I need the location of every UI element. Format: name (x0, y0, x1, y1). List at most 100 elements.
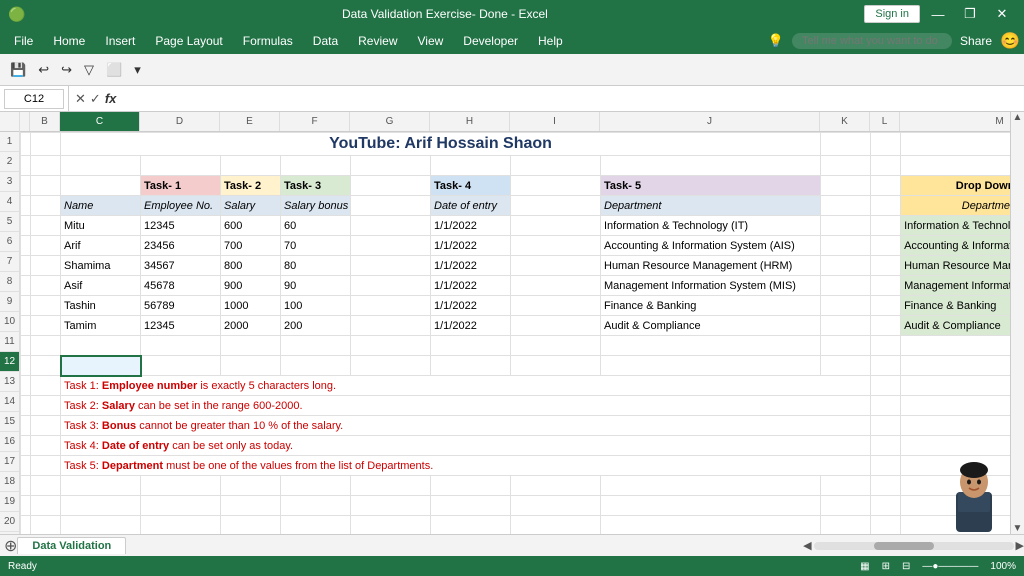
cell-dept-3[interactable]: Management Information System (MIS) (601, 276, 821, 296)
col-header-c[interactable]: C (60, 112, 140, 131)
minimize-button[interactable]: — (924, 0, 952, 28)
col-header-m[interactable]: M (900, 112, 1010, 131)
cell-salary-3[interactable]: 900 (221, 276, 281, 296)
close-button[interactable]: ✕ (988, 0, 1016, 28)
menu-home[interactable]: Home (43, 31, 95, 51)
cell-name-2[interactable]: Shamima (61, 256, 141, 276)
scroll-right-button[interactable]: ▶ (1016, 539, 1024, 552)
scroll-down-button[interactable]: ▼ (1013, 523, 1023, 534)
cell-date-2[interactable]: 1/1/2022 (431, 256, 511, 276)
cell-dept-1[interactable]: Accounting & Information System (AIS) (601, 236, 821, 256)
cell-dept-2[interactable]: Human Resource Management (HRM) (601, 256, 821, 276)
filter-button[interactable]: ▽ (80, 60, 98, 80)
cell-empno-0[interactable]: 12345 (141, 216, 221, 236)
scroll-up-button[interactable]: ▲ (1013, 112, 1023, 123)
cell-name-1[interactable]: Arif (61, 236, 141, 256)
cell-name-4[interactable]: Tashin (61, 296, 141, 316)
cell-empno-1[interactable]: 23456 (141, 236, 221, 256)
col-header-k[interactable]: K (820, 112, 870, 131)
cancel-icon[interactable]: ✕ (75, 91, 86, 107)
col-header-g[interactable]: G (350, 112, 430, 131)
dept-item-4: Finance & Banking (901, 296, 1010, 316)
menu-insert[interactable]: Insert (95, 31, 145, 51)
cell-empno-5[interactable]: 12345 (141, 316, 221, 336)
cell-dept-4[interactable]: Finance & Banking (601, 296, 821, 316)
cell-salary-0[interactable]: 600 (221, 216, 281, 236)
task3-desc: Task 3: Bonus cannot be greater than 10 … (61, 416, 871, 436)
cell-bonus-5[interactable]: 200 (281, 316, 351, 336)
selected-cell-c12[interactable] (61, 356, 141, 376)
cell-salary-4[interactable]: 1000 (221, 296, 281, 316)
col-header-f[interactable]: F (280, 112, 350, 131)
row-19: 19 (0, 492, 19, 512)
horizontal-scrollbar[interactable] (814, 542, 1014, 550)
cell-empno-4[interactable]: 56789 (141, 296, 221, 316)
menu-file[interactable]: File (4, 31, 43, 51)
cell-date-3[interactable]: 1/1/2022 (431, 276, 511, 296)
cell-reference[interactable]: C12 (4, 89, 64, 109)
cell-dept-0[interactable]: Information & Technology (IT) (601, 216, 821, 236)
cell-bonus-1[interactable]: 70 (281, 236, 351, 256)
col-header-b[interactable]: B (30, 112, 60, 131)
toolbar-more[interactable]: ▾ (130, 60, 145, 80)
cell-dept-5[interactable]: Audit & Compliance (601, 316, 821, 336)
col-header-h[interactable]: H (430, 112, 510, 131)
row-3: 3 (0, 172, 19, 192)
col-header-e[interactable]: E (220, 112, 280, 131)
table-row-3: Asif 45678 900 90 1/1/2022 Management In… (21, 276, 1011, 296)
sheet-tab-data-validation[interactable]: Data Validation (17, 537, 126, 554)
cell-bonus-4[interactable]: 100 (281, 296, 351, 316)
share-button[interactable]: Share (960, 34, 992, 48)
zoom-slider[interactable]: —●———— (922, 561, 978, 572)
formula-input[interactable] (122, 86, 1024, 111)
col-header-i[interactable]: I (510, 112, 600, 131)
add-sheet-button[interactable]: ⊕ (4, 536, 17, 556)
menu-developer[interactable]: Developer (453, 31, 528, 51)
cell-name-0[interactable]: Mitu (61, 216, 141, 236)
col-header-j[interactable]: J (600, 112, 820, 131)
scroll-left-button[interactable]: ◀ (803, 539, 811, 552)
cell-bonus-0[interactable]: 60 (281, 216, 351, 236)
view-button[interactable]: ⬜ (102, 60, 126, 80)
undo-button[interactable]: ↩ (34, 60, 53, 80)
col-header-select (20, 112, 30, 131)
col-header-l[interactable]: L (870, 112, 900, 131)
cell-date-5[interactable]: 1/1/2022 (431, 316, 511, 336)
menu-formulas[interactable]: Formulas (233, 31, 303, 51)
fx-icon[interactable]: fx (105, 91, 117, 106)
view-break[interactable]: ⊟ (902, 561, 910, 572)
app-icon: 🟢 (8, 6, 25, 23)
cell-salary-2[interactable]: 800 (221, 256, 281, 276)
spreadsheet-grid: YouTube: Arif Hossain Shaon Task- 1 Task… (20, 132, 1010, 534)
cell-salary-5[interactable]: 2000 (221, 316, 281, 336)
table-row-5: Tamim 12345 2000 200 1/1/2022 Audit & Co… (21, 316, 1011, 336)
cell-date-1[interactable]: 1/1/2022 (431, 236, 511, 256)
save-button[interactable]: 💾 (6, 60, 30, 80)
redo-button[interactable]: ↪ (57, 60, 76, 80)
row-14: 14 (0, 392, 19, 412)
row-9: 9 (0, 292, 19, 312)
menu-help[interactable]: Help (528, 31, 573, 51)
cell-name-3[interactable]: Asif (61, 276, 141, 296)
tell-me-input[interactable] (792, 33, 952, 49)
menu-review[interactable]: Review (348, 31, 407, 51)
cell-name-5[interactable]: Tamim (61, 316, 141, 336)
view-normal[interactable]: ▦ (860, 561, 869, 572)
menu-data[interactable]: Data (303, 31, 348, 51)
menu-view[interactable]: View (408, 31, 454, 51)
cell-bonus-3[interactable]: 90 (281, 276, 351, 296)
cell-date-0[interactable]: 1/1/2022 (431, 216, 511, 236)
cell-empno-2[interactable]: 34567 (141, 256, 221, 276)
sign-in-button[interactable]: Sign in (864, 5, 920, 23)
dept-item-5: Audit & Compliance (901, 316, 1010, 336)
view-page[interactable]: ⊞ (882, 561, 890, 572)
cell-salary-1[interactable]: 700 (221, 236, 281, 256)
col-header-d[interactable]: D (140, 112, 220, 131)
confirm-icon[interactable]: ✓ (90, 91, 101, 107)
col-bonus-header: Salary bonus (281, 196, 351, 216)
cell-empno-3[interactable]: 45678 (141, 276, 221, 296)
cell-bonus-2[interactable]: 80 (281, 256, 351, 276)
menu-page-layout[interactable]: Page Layout (145, 31, 232, 51)
restore-button[interactable]: ❐ (956, 0, 984, 28)
cell-date-4[interactable]: 1/1/2022 (431, 296, 511, 316)
